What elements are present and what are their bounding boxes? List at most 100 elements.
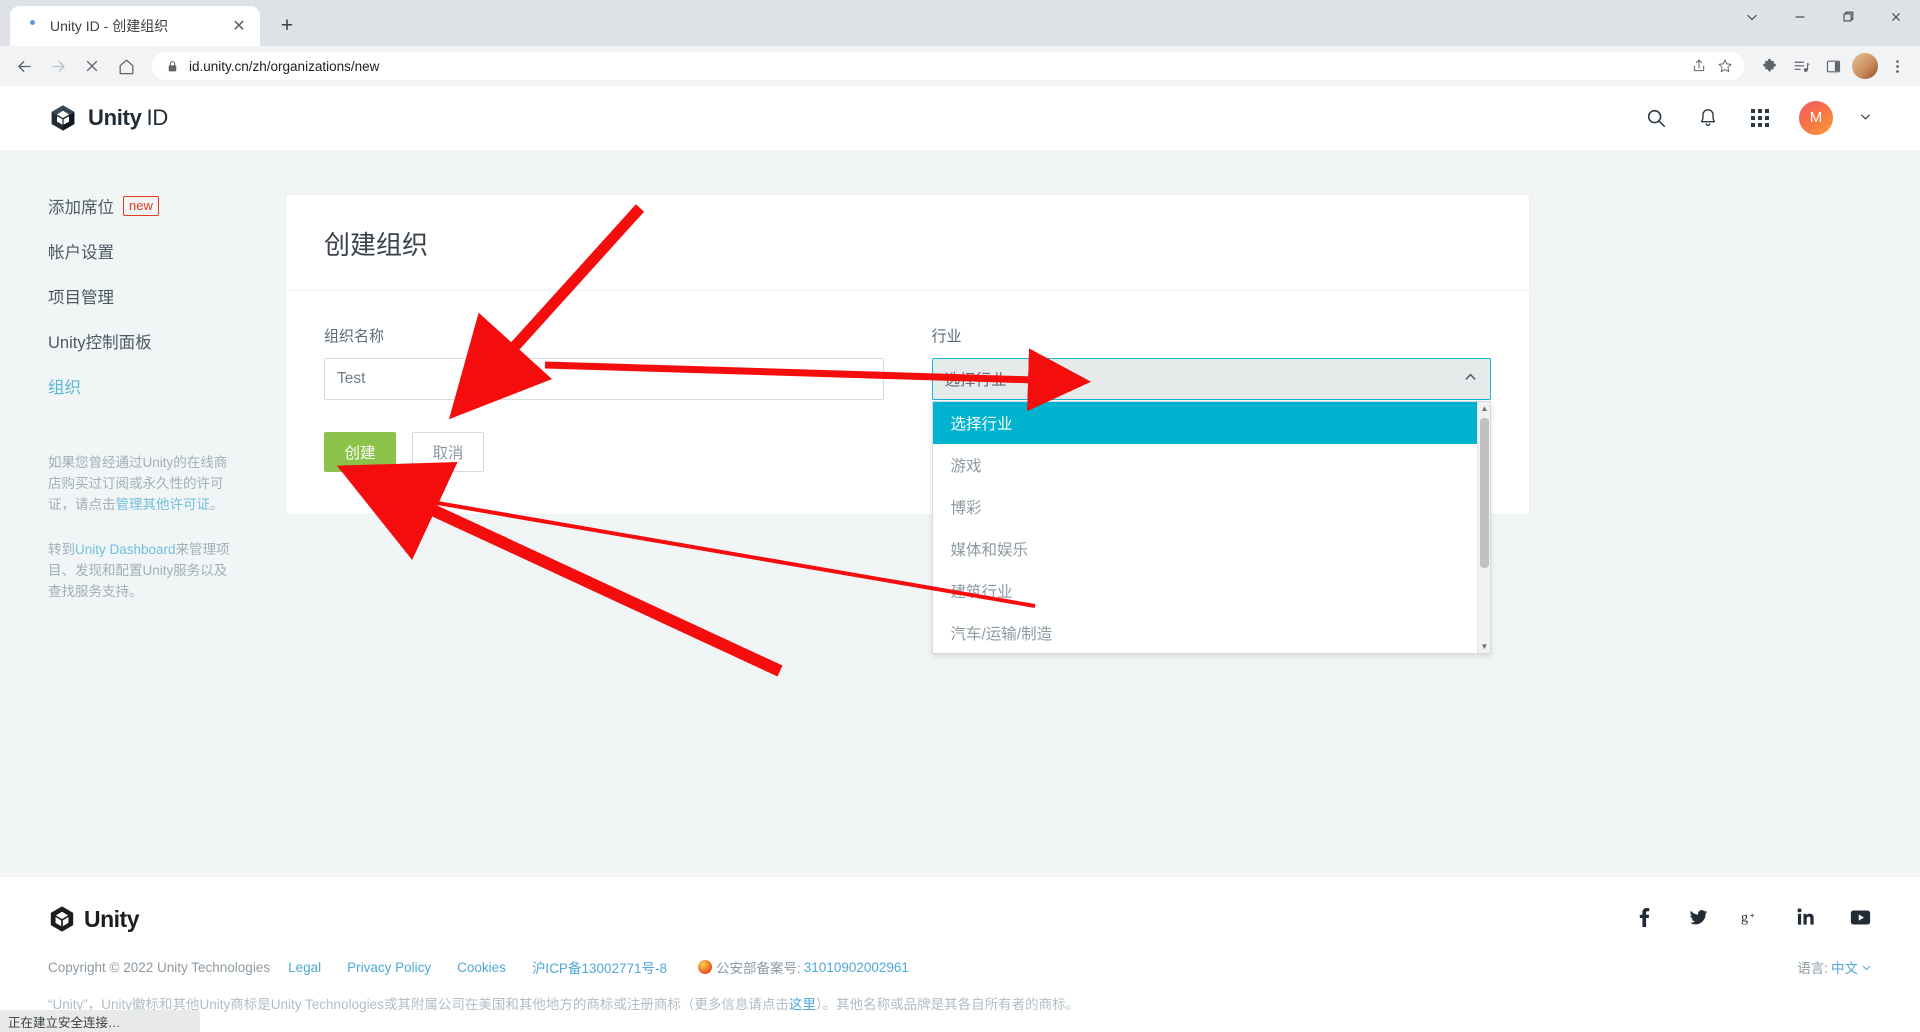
cookies-link[interactable]: Cookies <box>457 960 506 975</box>
browser-toolbar: id.unity.cn/zh/organizations/new <box>0 46 1920 86</box>
header-actions: M <box>1643 100 1872 135</box>
profile-avatar-icon[interactable] <box>1850 51 1880 81</box>
unity-dashboard-link[interactable]: Unity Dashboard <box>75 542 176 557</box>
stop-loading-icon[interactable] <box>76 50 108 82</box>
page-title: 创建组织 <box>324 230 429 260</box>
legal-link[interactable]: Legal <box>288 960 321 975</box>
facebook-icon[interactable] <box>1632 905 1656 929</box>
back-icon[interactable] <box>8 50 40 82</box>
manage-other-licenses-link[interactable]: 管理其他许可证 <box>116 497 211 512</box>
industry-select[interactable]: 选择行业 <box>931 358 1491 400</box>
sidebar-item-label: 项目管理 <box>48 289 114 307</box>
share-icon[interactable] <box>1686 53 1712 79</box>
chevron-down-icon[interactable] <box>1859 110 1872 126</box>
social-links: g + <box>1632 905 1872 929</box>
sidebar-note-text-end: 。 <box>210 496 224 512</box>
home-icon[interactable] <box>110 50 142 82</box>
industry-option[interactable]: 媒体和娱乐 <box>933 528 1491 570</box>
page-footer: Unity g + Copyright © 2022 Unity Technol… <box>0 877 1920 1032</box>
sidebar-item-add-seats[interactable]: 添加席位 new <box>48 194 255 218</box>
language-selector[interactable]: 语言: 中文 <box>1797 957 1872 977</box>
new-tab-button[interactable]: + <box>270 9 304 43</box>
unity-id-logo[interactable]: Unity ID <box>48 103 168 133</box>
privacy-policy-link[interactable]: Privacy Policy <box>347 960 431 975</box>
sidebar-item-project-management[interactable]: 项目管理 <box>48 284 255 308</box>
side-panel-icon[interactable] <box>1818 51 1848 81</box>
sidebar: 添加席位 new 帐户设置 项目管理 Unity控制面板 组织 如果您曾经通过U… <box>0 150 285 877</box>
apps-grid-icon[interactable] <box>1747 105 1773 131</box>
industry-field-group: 行业 选择行业 选择行业 游戏 博彩 媒体和娱乐 建筑行业 汽车/运输/制造 ▲… <box>931 325 1491 654</box>
trademark-more-info-link[interactable]: 这里 <box>789 997 816 1012</box>
scroll-down-icon[interactable]: ▼ <box>1478 640 1491 653</box>
page-body: 添加席位 new 帐户设置 项目管理 Unity控制面板 组织 如果您曾经通过U… <box>0 150 1920 877</box>
browser-tab-strip: Unity ID - 创建组织 ✕ + <box>0 0 1920 46</box>
sidebar-item-account-settings[interactable]: 帐户设置 <box>48 239 255 263</box>
maximize-window-icon[interactable] <box>1824 0 1872 34</box>
google-plus-icon[interactable]: g + <box>1740 905 1764 929</box>
create-organization-card: 创建组织 组织名称 行业 选择行业 <box>285 194 1530 654</box>
org-name-input[interactable] <box>324 358 884 400</box>
industry-option[interactable]: 建筑行业 <box>933 570 1491 612</box>
close-tab-icon[interactable]: ✕ <box>228 15 250 37</box>
copyright-text: Copyright © 2022 Unity Technologies <box>48 959 271 975</box>
sidebar-item-label: 帐户设置 <box>48 244 114 262</box>
unity-header: Unity ID M <box>0 86 1920 150</box>
extensions-puzzle-icon[interactable] <box>1754 51 1784 81</box>
industry-option[interactable]: 汽车/运输/制造 <box>933 612 1491 653</box>
avatar[interactable]: M <box>1799 100 1833 135</box>
org-name-label: 组织名称 <box>324 328 385 345</box>
scrollbar-thumb[interactable] <box>1480 418 1489 568</box>
sidebar-item-unity-dashboard[interactable]: Unity控制面板 <box>48 329 255 353</box>
browser-tab[interactable]: Unity ID - 创建组织 ✕ <box>10 6 260 46</box>
org-name-field-group: 组织名称 <box>324 325 884 400</box>
new-badge: new <box>123 196 159 216</box>
sidebar-item-label: 组织 <box>48 379 81 397</box>
industry-select-value: 选择行业 <box>944 372 1007 389</box>
industry-option[interactable]: 博彩 <box>933 486 1491 528</box>
youtube-icon[interactable] <box>1848 905 1872 929</box>
forward-icon[interactable] <box>42 50 74 82</box>
trademark-text-end: ）。其他名称或品牌是其各自所有者的商标。 <box>815 997 1080 1012</box>
industry-option[interactable]: 游戏 <box>933 444 1491 486</box>
sidebar-note-dashboard: 转到Unity Dashboard来管理项目、发现和配置Unity服务以及查找服… <box>48 540 238 603</box>
close-window-icon[interactable] <box>1872 0 1920 34</box>
police-record-number[interactable]: 31010902002961 <box>804 960 909 975</box>
chevron-down-icon <box>1862 965 1871 970</box>
address-bar[interactable]: id.unity.cn/zh/organizations/new <box>152 52 1744 80</box>
footer-logo-text: Unity <box>84 905 140 932</box>
browser-menu-icon[interactable] <box>1882 51 1912 81</box>
address-bar-url: id.unity.cn/zh/organizations/new <box>189 58 380 74</box>
media-playlist-icon[interactable] <box>1786 51 1816 81</box>
card-body: 组织名称 行业 选择行业 <box>286 291 1529 654</box>
window-controls <box>1728 0 1920 34</box>
sidebar-item-label: 添加席位 <box>48 199 114 217</box>
browser-status-bar: 正在建立安全连接… <box>0 1010 200 1032</box>
unity-footer-logo[interactable]: Unity <box>48 905 140 933</box>
linkedin-icon[interactable] <box>1794 905 1818 929</box>
svg-text:+: + <box>1750 910 1755 920</box>
sidebar-item-organizations[interactable]: 组织 <box>48 374 255 398</box>
page-content: Unity ID M 添加席位 new 帐户设置 项目管理 Unity控制面板 … <box>0 86 1920 1032</box>
notifications-bell-icon[interactable] <box>1695 105 1721 131</box>
language-value: 中文 <box>1831 961 1858 976</box>
unity-cube-icon <box>51 104 75 131</box>
tab-search-chevron-icon[interactable] <box>1728 0 1776 34</box>
card-header: 创建组织 <box>286 195 1529 291</box>
sidebar-note-text: 转到 <box>48 541 75 557</box>
cancel-button[interactable]: 取消 <box>412 432 484 472</box>
minimize-window-icon[interactable] <box>1776 0 1824 34</box>
form-row: 组织名称 行业 选择行业 <box>324 325 1491 654</box>
scroll-up-icon[interactable]: ▲ <box>1478 402 1491 415</box>
police-badge-icon <box>698 960 713 974</box>
search-icon[interactable] <box>1643 105 1669 131</box>
industry-dropdown[interactable]: 选择行业 游戏 博彩 媒体和娱乐 建筑行业 汽车/运输/制造 ▲ ▼ <box>931 401 1491 654</box>
icp-license-link[interactable]: 沪ICP备13002771号-8 <box>532 957 667 977</box>
twitter-icon[interactable] <box>1686 905 1710 929</box>
svg-text:g: g <box>1741 910 1748 926</box>
bookmark-star-icon[interactable] <box>1712 53 1738 79</box>
industry-option[interactable]: 选择行业 <box>932 402 1490 444</box>
police-record-label: 公安部备案号: <box>716 961 801 976</box>
footer-legal-row: Copyright © 2022 Unity Technologies Lega… <box>48 957 1872 977</box>
create-button[interactable]: 创建 <box>324 432 396 472</box>
dropdown-scrollbar[interactable]: ▲ ▼ <box>1477 402 1491 653</box>
